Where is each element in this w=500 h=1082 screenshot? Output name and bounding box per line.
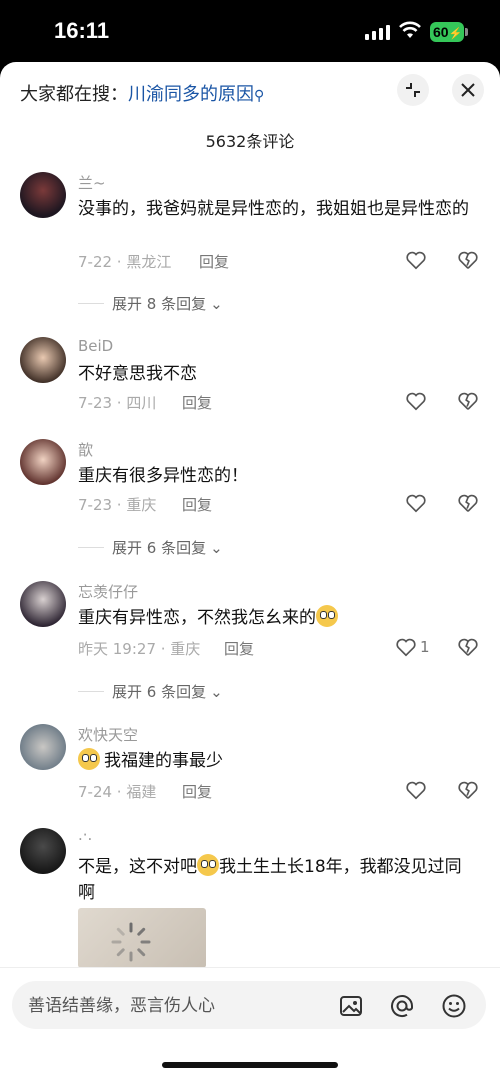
search-suggestion[interactable]: 大家都在搜：川渝同多的原因⚲ [20,80,264,106]
comment-text-part: 不是，这不对吧 [78,857,197,877]
comment-meta: 7-23 · 重庆 [78,496,157,514]
expand-label: 展开 8 条回复 [112,295,207,313]
heart-icon[interactable] [405,390,427,412]
search-query-link[interactable]: 川渝同多的原因 [128,84,254,105]
avatar[interactable] [20,439,66,485]
comment-meta: 7-22 · 黑龙江 [78,253,172,271]
comment-text-body: 我福建的事最少 [104,751,223,771]
comments-sheet: 大家都在搜：川渝同多的原因⚲ 5632条评论 兰~ 没事的，我爸妈就是异性恋的，… [0,62,500,1082]
avatar[interactable] [20,724,66,770]
divider [78,303,104,304]
wink-emoji-icon [78,748,100,770]
comment-username[interactable]: 兰~ [78,172,106,193]
avatar[interactable] [20,581,66,627]
comment-text: 重庆有异性恋，不然我怎幺来的 [78,605,478,631]
signal-icon [365,24,391,40]
battery-tip [465,28,468,36]
divider [78,691,104,692]
image-icon[interactable] [338,993,364,1019]
comment-meta: 7-23 · 四川 [78,394,157,412]
avatar[interactable] [20,172,66,218]
expand-replies-button[interactable]: 展开 6 条回复 ⌄ [78,537,223,558]
reply-button[interactable]: 回复 [182,494,212,515]
comment-input[interactable] [26,991,320,1021]
broken-heart-icon[interactable] [457,390,479,412]
comment-username[interactable]: BeiD [78,337,113,355]
comment-count: 5632条评论 [205,132,295,151]
comment-input-container[interactable] [12,981,486,1029]
comment-username[interactable]: 忘羡仔仔 [78,581,138,602]
battery-level: 60 [433,24,449,40]
comment-text: 不是，这不对吧 我土生土长18年，我都没见过同啊 [78,854,478,906]
divider [78,547,104,548]
avatar[interactable] [20,337,66,383]
comment-username[interactable]: 欢快天空 [78,724,138,745]
comment-meta: 7-24 · 福建 [78,783,157,801]
expand-label: 展开 6 条回复 [112,539,207,557]
like-count: 1 [420,638,430,656]
at-mention-icon[interactable] [389,993,415,1019]
expand-replies-button[interactable]: 展开 8 条回复 ⌄ [78,293,223,314]
broken-heart-icon[interactable] [457,492,479,514]
reply-button[interactable]: 回复 [182,781,212,802]
reply-button[interactable]: 回复 [182,392,212,413]
broken-heart-icon[interactable] [457,779,479,801]
reply-button[interactable]: 回复 [199,251,229,272]
broken-heart-icon[interactable] [457,636,479,658]
comment-text: 我福建的事最少 [78,748,478,774]
comment-username[interactable]: .·. [78,826,92,844]
expand-replies-button[interactable]: 展开 6 条回复 ⌄ [78,681,223,702]
heart-icon[interactable] [395,636,417,658]
avatar[interactable] [20,828,66,874]
close-button[interactable] [452,74,484,106]
comment-image[interactable] [78,908,206,968]
chevron-down-icon: ⌄ [210,682,223,701]
chevron-down-icon: ⌄ [210,538,223,557]
expand-label: 展开 6 条回复 [112,683,207,701]
status-bar: 16:11 60⚡ [0,0,500,64]
broken-heart-icon[interactable] [457,249,479,271]
eye-roll-emoji-icon [316,605,338,627]
close-icon [461,83,475,97]
reply-button[interactable]: 回复 [224,638,254,659]
comment-text: 重庆有很多异性恋的！ [78,466,248,486]
heart-icon[interactable] [405,492,427,514]
chevron-down-icon: ⌄ [210,294,223,313]
battery-icon: 60⚡ [430,22,464,42]
status-time: 16:11 [54,18,110,43]
emoji-icon[interactable] [441,993,467,1019]
heart-icon[interactable] [405,779,427,801]
comment-text-body: 重庆有异性恋，不然我怎幺来的 [78,608,316,628]
loading-spinner-icon [111,922,151,962]
heart-icon[interactable] [405,249,427,271]
search-prefix: 大家都在搜： [20,84,128,105]
search-icon: ⚲ [254,88,265,104]
comment-text: 不好意思我不恋 [78,364,197,384]
collapse-icon [406,83,420,97]
surprised-emoji-icon [197,854,219,876]
wifi-icon [399,21,421,38]
collapse-button[interactable] [397,74,429,106]
comment-meta: 昨天 19:27 · 重庆 [78,640,201,658]
comment-text: 没事的，我爸妈就是异性恋的，我姐姐也是异性恋的 [78,199,469,219]
comment-username[interactable]: 歆 [78,439,93,460]
home-indicator [162,1062,338,1068]
